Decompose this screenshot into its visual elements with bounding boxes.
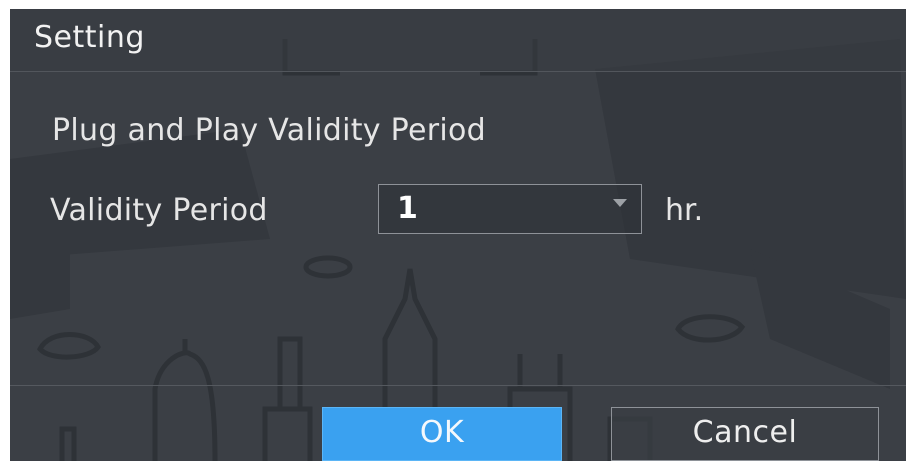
footer-divider	[10, 385, 906, 386]
cancel-button[interactable]: Cancel	[611, 407, 879, 461]
setting-dialog: Setting Plug and Play Validity Period Va…	[10, 9, 906, 461]
ok-button[interactable]: OK	[322, 407, 562, 461]
section-heading: Plug and Play Validity Period	[52, 113, 487, 148]
background-illustration	[10, 39, 906, 461]
validity-period-unit: hr.	[665, 193, 704, 228]
validity-period-select[interactable]: 1	[378, 184, 642, 234]
validity-period-value: 1	[397, 191, 418, 226]
dialog-titlebar: Setting	[10, 9, 906, 72]
dialog-title: Setting	[34, 20, 145, 55]
validity-period-label: Validity Period	[50, 193, 268, 228]
chevron-down-icon[interactable]	[613, 199, 627, 207]
